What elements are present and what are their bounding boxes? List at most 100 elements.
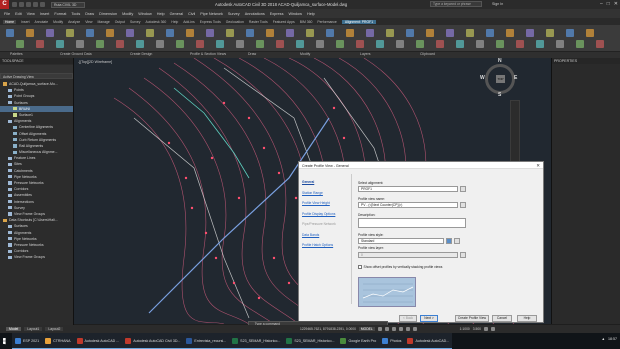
ribbon-tab[interactable]: Performance [317,20,336,24]
ribbon-tool-icon[interactable] [106,29,114,37]
ribbon-tool-icon[interactable] [516,40,524,48]
ribbon-tool-icon[interactable] [466,29,474,37]
ribbon-tool-icon[interactable] [496,40,504,48]
back-button[interactable]: < Back [399,315,417,322]
ribbon-tool-icon[interactable] [306,29,314,37]
grid-icon[interactable] [377,327,382,331]
ribbon-tab[interactable]: Insert [21,20,29,24]
layout-tab[interactable]: Model [6,327,22,331]
ribbon-tool-icon[interactable] [346,29,354,37]
ribbon-panel-label[interactable]: Clipboard [420,52,435,56]
ribbon-tool-icon[interactable] [356,40,364,48]
ribbon-tool-icon[interactable] [366,29,374,37]
wizard-nav-link[interactable]: Station Range [302,191,347,202]
ribbon-tool-icon[interactable] [326,29,334,37]
ribbon-tab[interactable]: View [85,20,92,24]
taskbar-item[interactable]: Photos [379,333,405,349]
workspace-icon[interactable] [484,327,489,331]
view-cube-top[interactable]: TOP [496,75,505,83]
wizard-nav-link[interactable]: Data Bands [302,233,347,244]
ribbon-tab[interactable]: Modify [53,20,63,24]
ribbon-panel-label[interactable]: Modify [300,52,310,56]
ribbon-tool-icon[interactable] [236,40,244,48]
menu-item[interactable]: Civil [188,12,195,16]
undo-icon[interactable] [33,2,38,7]
ribbon-tool-icon[interactable] [436,40,444,48]
taskbar-item[interactable]: Autodesk AutoCAD Civil 3D... [122,333,184,349]
ribbon-tool-icon[interactable] [446,29,454,37]
annotation-scale[interactable]: 1:1000 [460,327,470,331]
toolspace-view-select[interactable]: Active Drawing View [0,73,73,79]
ribbon-tab[interactable]: Express Tools [200,20,221,24]
search-input[interactable]: Type a keyword or phrase [430,1,482,7]
wizard-nav-link[interactable]: Profile Display Options [302,212,347,223]
viewport-controls[interactable]: -][Top][2D Wireframe] [78,60,112,64]
ribbon-tab[interactable]: Autodesk 360 [146,20,167,24]
close-button[interactable]: ✕ [614,1,618,7]
ribbon-tool-icon[interactable] [246,29,254,37]
model-space-toggle[interactable]: MODEL [358,327,375,331]
menu-item[interactable]: View [27,12,35,16]
ribbon-tool-icon[interactable] [196,40,204,48]
ribbon-context-tab[interactable]: Alignment: PROF1 [341,19,377,24]
next-button[interactable]: Next > [420,315,438,322]
taskbar-item[interactable]: S23_SEMAR_Historico... [283,333,338,349]
minimize-button[interactable]: – [600,1,603,7]
pick-alignment-button[interactable] [460,186,466,192]
ribbon-tab[interactable]: Manage [97,20,109,24]
ribbon-tool-icon[interactable] [506,29,514,37]
open-icon[interactable] [19,2,24,7]
network-icon[interactable]: ▲ [601,337,605,341]
ribbon-tool-icon[interactable] [456,40,464,48]
menu-item[interactable]: Insert [40,12,50,16]
dialog-close-button[interactable]: ✕ [536,163,540,169]
ribbon-tool-icon[interactable] [96,40,104,48]
ribbon-tool-icon[interactable] [556,40,564,48]
ribbon-tool-icon[interactable] [296,40,304,48]
layout-tab[interactable]: Layout1 [24,327,43,331]
select-alignment-dropdown[interactable]: PROF1 [358,186,458,192]
ribbon-tool-icon[interactable] [426,29,434,37]
style-edit-button[interactable] [446,238,452,244]
clock[interactable]: 18:57 [608,337,617,341]
ribbon-tool-icon[interactable] [156,40,164,48]
ribbon-tool-icon[interactable] [206,29,214,37]
ribbon-tool-icon[interactable] [486,29,494,37]
ribbon-tool-icon[interactable] [386,29,394,37]
ribbon-tool-icon[interactable] [536,40,544,48]
new-icon[interactable] [12,2,17,7]
menu-item[interactable]: Express [270,12,284,16]
ribbon-tool-icon[interactable] [596,40,604,48]
show-offset-checkbox[interactable] [358,265,362,269]
app-menu-button[interactable]: C [0,0,9,9]
style-pick-button[interactable] [454,238,460,244]
ribbon-tool-icon[interactable] [316,40,324,48]
sign-in-button[interactable]: Sign In [492,2,503,6]
layer-button[interactable] [460,252,466,258]
ribbon-panel-label[interactable]: Palettes [10,52,23,56]
ribbon-tool-icon[interactable] [116,40,124,48]
ribbon-tab[interactable]: Home [3,19,17,24]
start-button[interactable] [0,333,12,349]
taskbar-item[interactable]: Autodesk AutoCAD... [404,333,453,349]
menu-item[interactable]: Window [288,12,302,16]
ribbon-tab[interactable]: Add-ins [183,20,195,24]
ribbon-panel-label[interactable]: Create Design [130,52,152,56]
profile-view-layer-field[interactable]: 0 [358,252,458,258]
ribbon-tool-icon[interactable] [146,29,154,37]
taskbar-item[interactable]: ESP 2021 [12,333,43,349]
ribbon-tool-icon[interactable] [216,40,224,48]
ortho-icon[interactable] [391,327,396,331]
taskbar-item[interactable]: Google Earth Pro [337,333,380,349]
ribbon-tool-icon[interactable] [86,29,94,37]
save-icon[interactable] [26,2,31,7]
view-cube[interactable]: TOP N S E W [480,58,517,98]
ribbon-tool-icon[interactable] [276,40,284,48]
ribbon-tool-icon[interactable] [256,40,264,48]
ribbon-tab[interactable]: Help [171,20,178,24]
edit-name-button[interactable] [460,202,466,208]
cancel-button[interactable]: Cancel [492,315,512,322]
ribbon-tool-icon[interactable] [476,40,484,48]
snap-icon[interactable] [384,327,389,331]
ribbon-tool-icon[interactable] [376,40,384,48]
